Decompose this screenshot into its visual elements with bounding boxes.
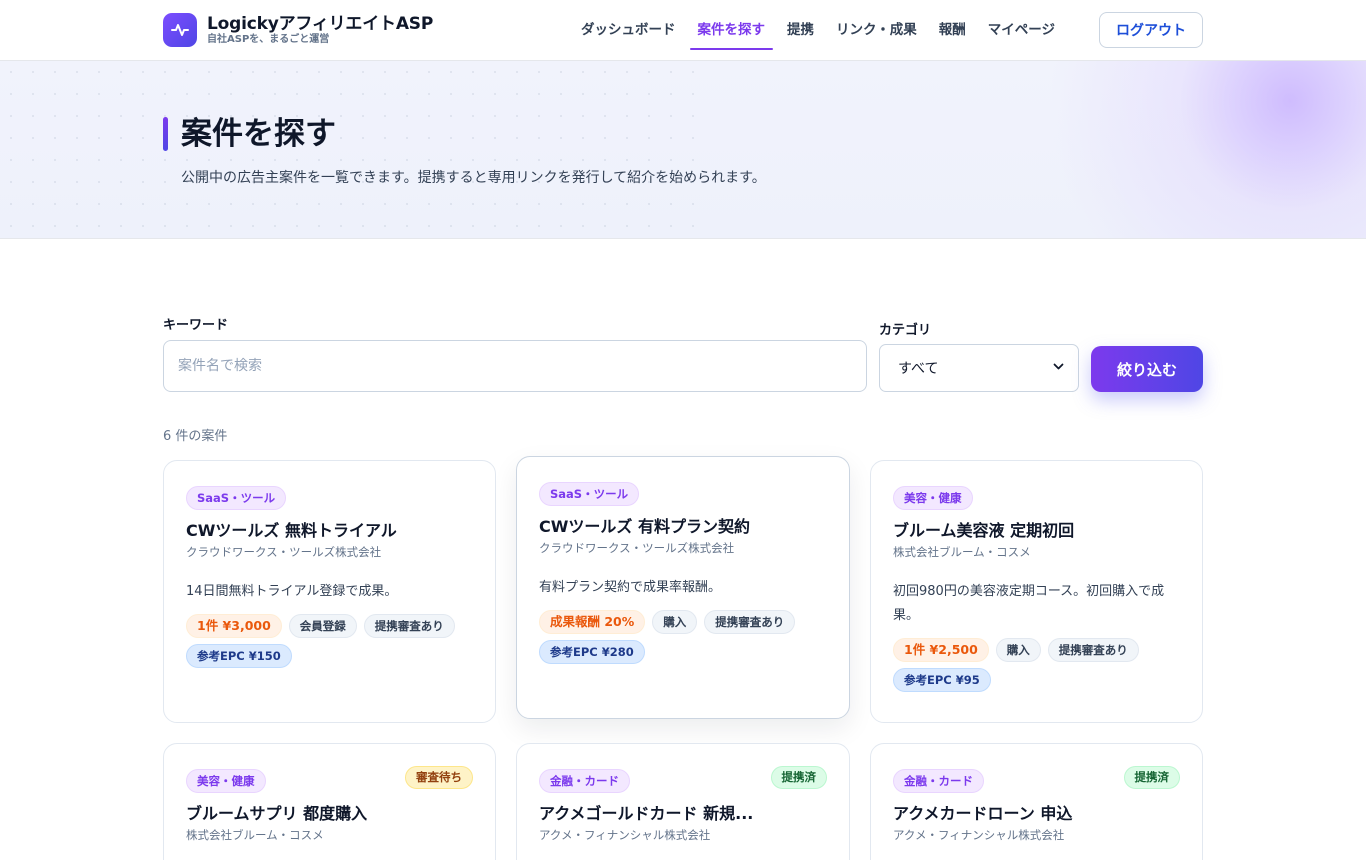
top-header: LogickyアフィリエイトASP 自社ASPを、まるごと運営 ダッシュボード … bbox=[0, 0, 1366, 61]
epc-chip: 参考EPC ¥95 bbox=[893, 668, 991, 692]
offer-description: 初回980円の美容液定期コース。初回購入で成果。 bbox=[893, 584, 1165, 623]
main-nav: ダッシュボード 案件を探す 提携 リンク・成果 報酬 マイページ bbox=[570, 12, 1066, 50]
offer-title: ブルーム美容液 定期初回 bbox=[893, 521, 1075, 540]
title-accent-bar bbox=[163, 117, 168, 151]
tag-chip: 提携審査あり bbox=[363, 614, 455, 638]
card-header: 金融・カード 提携済 bbox=[893, 766, 1180, 793]
chevron-down-icon bbox=[1053, 361, 1064, 375]
tag-chip: 提携審査あり bbox=[1047, 638, 1139, 662]
card-header: SaaS・ツール bbox=[186, 486, 473, 510]
hero-dot-pattern bbox=[0, 61, 700, 238]
category-badge: SaaS・ツール bbox=[539, 482, 640, 506]
offer-company: 株式会社ブルーム・コスメ bbox=[186, 828, 324, 842]
filter-submit-button[interactable]: 絞り込む bbox=[1091, 346, 1203, 392]
nav-item-dashboard[interactable]: ダッシュボード bbox=[570, 12, 687, 50]
offer-title: アクメカードローン 申込 bbox=[893, 804, 1073, 823]
offer-card[interactable]: 金融・カード 提携済 アクメゴールドカード 新規... アクメ・フィナンシャル株… bbox=[516, 743, 850, 860]
offer-card[interactable]: SaaS・ツール CWツールズ 無料トライアル クラウドワークス・ツールズ株式会… bbox=[163, 460, 496, 723]
epc-chip: 参考EPC ¥280 bbox=[539, 640, 645, 664]
category-label: カテゴリ bbox=[879, 323, 932, 338]
offer-description: 14日間無料トライアル登録で成果。 bbox=[186, 584, 398, 599]
nav-item-mypage[interactable]: マイページ bbox=[977, 12, 1066, 50]
status-badge: 提携済 bbox=[770, 766, 827, 789]
category-select-value: すべて bbox=[898, 361, 939, 377]
offer-company: クラウドワークス・ツールズ株式会社 bbox=[539, 541, 735, 555]
reward-chip: 1件 ¥2,500 bbox=[893, 638, 989, 662]
offer-title: ブルームサプリ 都度購入 bbox=[186, 804, 368, 823]
card-header: 美容・健康 審査待ち bbox=[186, 766, 473, 793]
card-header: SaaS・ツール bbox=[539, 482, 827, 506]
reward-chip: 1件 ¥3,000 bbox=[186, 614, 282, 638]
card-header: 美容・健康 bbox=[893, 486, 1180, 510]
offer-company: クラウドワークス・ツールズ株式会社 bbox=[186, 545, 382, 559]
offer-chips: 成果報酬 20% 購入 提携審査あり 参考EPC ¥280 bbox=[539, 610, 827, 664]
brand-name: LogickyアフィリエイトASP bbox=[207, 14, 434, 34]
tag-chip: 提携審査あり bbox=[704, 610, 796, 634]
reward-chip: 成果報酬 20% bbox=[539, 610, 646, 634]
status-badge: 審査待ち bbox=[405, 766, 473, 789]
epc-chip: 参考EPC ¥150 bbox=[186, 644, 292, 668]
category-badge: SaaS・ツール bbox=[186, 486, 287, 510]
offer-description: 有料プラン契約で成果率報酬。 bbox=[539, 580, 722, 595]
brand-tagline: 自社ASPを、まるごと運営 bbox=[207, 34, 330, 45]
offer-title: CWツールズ 有料プラン契約 bbox=[539, 517, 750, 536]
offer-card[interactable]: 美容・健康 ブルーム美容液 定期初回 株式会社ブルーム・コスメ 初回980円の美… bbox=[870, 460, 1203, 723]
offer-card[interactable]: SaaS・ツール CWツールズ 有料プラン契約 クラウドワークス・ツールズ株式会… bbox=[516, 456, 850, 719]
offer-chips: 1件 ¥2,500 購入 提携審査あり 参考EPC ¥95 bbox=[893, 638, 1180, 692]
nav-item-links-results[interactable]: リンク・成果 bbox=[825, 12, 928, 50]
logout-button[interactable]: ログアウト bbox=[1099, 12, 1203, 48]
status-badge: 提携済 bbox=[1123, 766, 1180, 789]
category-select[interactable]: すべて bbox=[879, 344, 1079, 392]
tag-chip: 購入 bbox=[652, 610, 698, 634]
brand[interactable]: LogickyアフィリエイトASP 自社ASPを、まるごと運営 bbox=[163, 13, 433, 47]
nav-item-partnerships[interactable]: 提携 bbox=[776, 12, 825, 50]
keyword-search-input[interactable] bbox=[163, 340, 867, 392]
tag-chip: 購入 bbox=[995, 638, 1041, 662]
card-header: 金融・カード 提携済 bbox=[539, 766, 827, 793]
result-count: 6 件の案件 bbox=[163, 429, 228, 444]
brand-text: LogickyアフィリエイトASP 自社ASPを、まるごと運営 bbox=[207, 14, 433, 46]
nav-item-rewards[interactable]: 報酬 bbox=[928, 12, 977, 50]
offer-company: 株式会社ブルーム・コスメ bbox=[893, 545, 1031, 559]
category-badge: 美容・健康 bbox=[893, 486, 973, 510]
page-subtitle: 公開中の広告主案件を一覧できます。提携すると専用リンクを発行して紹介を始められま… bbox=[181, 170, 766, 186]
tag-chip: 会員登録 bbox=[288, 614, 357, 638]
page-hero: 案件を探す 公開中の広告主案件を一覧できます。提携すると専用リンクを発行して紹介… bbox=[0, 61, 1366, 239]
keyword-label: キーワード bbox=[163, 318, 229, 333]
offer-chips: 1件 ¥3,000 会員登録 提携審査あり 参考EPC ¥150 bbox=[186, 614, 473, 668]
offer-title: CWツールズ 無料トライアル bbox=[186, 521, 397, 540]
category-badge: 金融・カード bbox=[893, 769, 984, 793]
offer-card[interactable]: 金融・カード 提携済 アクメカードローン 申込 アクメ・フィナンシャル株式会社 bbox=[870, 743, 1203, 860]
category-badge: 金融・カード bbox=[539, 769, 630, 793]
offer-card[interactable]: 美容・健康 審査待ち ブルームサプリ 都度購入 株式会社ブルーム・コスメ bbox=[163, 743, 496, 860]
offer-company: アクメ・フィナンシャル株式会社 bbox=[539, 828, 711, 842]
pulse-icon bbox=[163, 13, 197, 47]
category-badge: 美容・健康 bbox=[186, 769, 266, 793]
offer-company: アクメ・フィナンシャル株式会社 bbox=[893, 828, 1065, 842]
nav-item-find-offers[interactable]: 案件を探す bbox=[687, 12, 777, 50]
offer-title: アクメゴールドカード 新規... bbox=[539, 804, 754, 823]
page-title: 案件を探す bbox=[181, 116, 336, 152]
